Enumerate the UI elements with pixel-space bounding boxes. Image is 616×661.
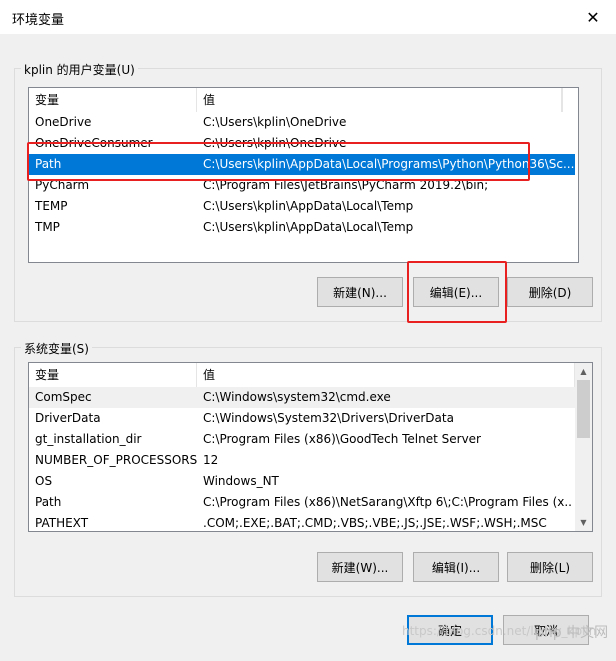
close-icon[interactable]: ✕ [570,0,616,34]
edit-button-highlight [407,261,507,323]
dialog-client: kplin 的用户变量(U) 变量 值 OneDrive C:\Users\kp… [0,34,616,661]
list-item[interactable]: ComSpec C:\Windows\system32\cmd.exe [29,387,575,408]
system-vars-label: 系统变量(S) [21,340,92,357]
window-title: 环境变量 [12,13,65,28]
title-bar: 环境变量 ✕ [0,0,616,34]
scroll-thumb[interactable] [577,380,590,438]
scroll-up-icon[interactable]: ▲ [575,363,592,380]
scroll-down-icon[interactable]: ▼ [575,514,592,531]
user-vars-header: 变量 值 [29,88,562,112]
system-new-button[interactable]: 新建(W)... [317,552,403,582]
system-vars-list[interactable]: 变量 值 ComSpec C:\Windows\system32\cmd.exe… [28,362,593,532]
system-vars-scrollbar[interactable]: ▲ ▼ [575,363,592,531]
list-item[interactable]: PATHEXT .COM;.EXE;.BAT;.CMD;.VBS;.VBE;.J… [29,513,575,531]
user-delete-button[interactable]: 删除(D) [507,277,593,307]
list-item[interactable]: gt_installation_dir C:\Program Files (x8… [29,429,575,450]
system-vars-header: 变量 值 [29,363,575,387]
system-delete-button[interactable]: 删除(L) [507,552,593,582]
column-header-variable[interactable]: 变量 [29,363,197,387]
user-vars-scrollbar[interactable] [562,88,578,112]
list-item[interactable]: Path C:\Program Files (x86)\NetSarang\Xf… [29,492,575,513]
path-row-highlight [27,142,530,181]
list-item[interactable]: DriverData C:\Windows\System32\Drivers\D… [29,408,575,429]
list-item[interactable]: TMP C:\Users\kplin\AppData\Local\Temp [29,217,562,238]
user-vars-label: kplin 的用户变量(U) [21,61,138,78]
system-edit-button[interactable]: 编辑(I)... [413,552,499,582]
column-header-value[interactable]: 值 [197,88,562,112]
list-item[interactable]: NUMBER_OF_PROCESSORS 12 [29,450,575,471]
column-header-value[interactable]: 值 [197,363,575,387]
list-item[interactable]: OneDrive C:\Users\kplin\OneDrive [29,112,562,133]
user-new-button[interactable]: 新建(N)... [317,277,403,307]
list-item[interactable]: TEMP C:\Users\kplin\AppData\Local\Temp [29,196,562,217]
column-header-variable[interactable]: 变量 [29,88,197,112]
watermark-logo: php 中文网 [535,625,609,641]
list-item[interactable]: OS Windows_NT [29,471,575,492]
